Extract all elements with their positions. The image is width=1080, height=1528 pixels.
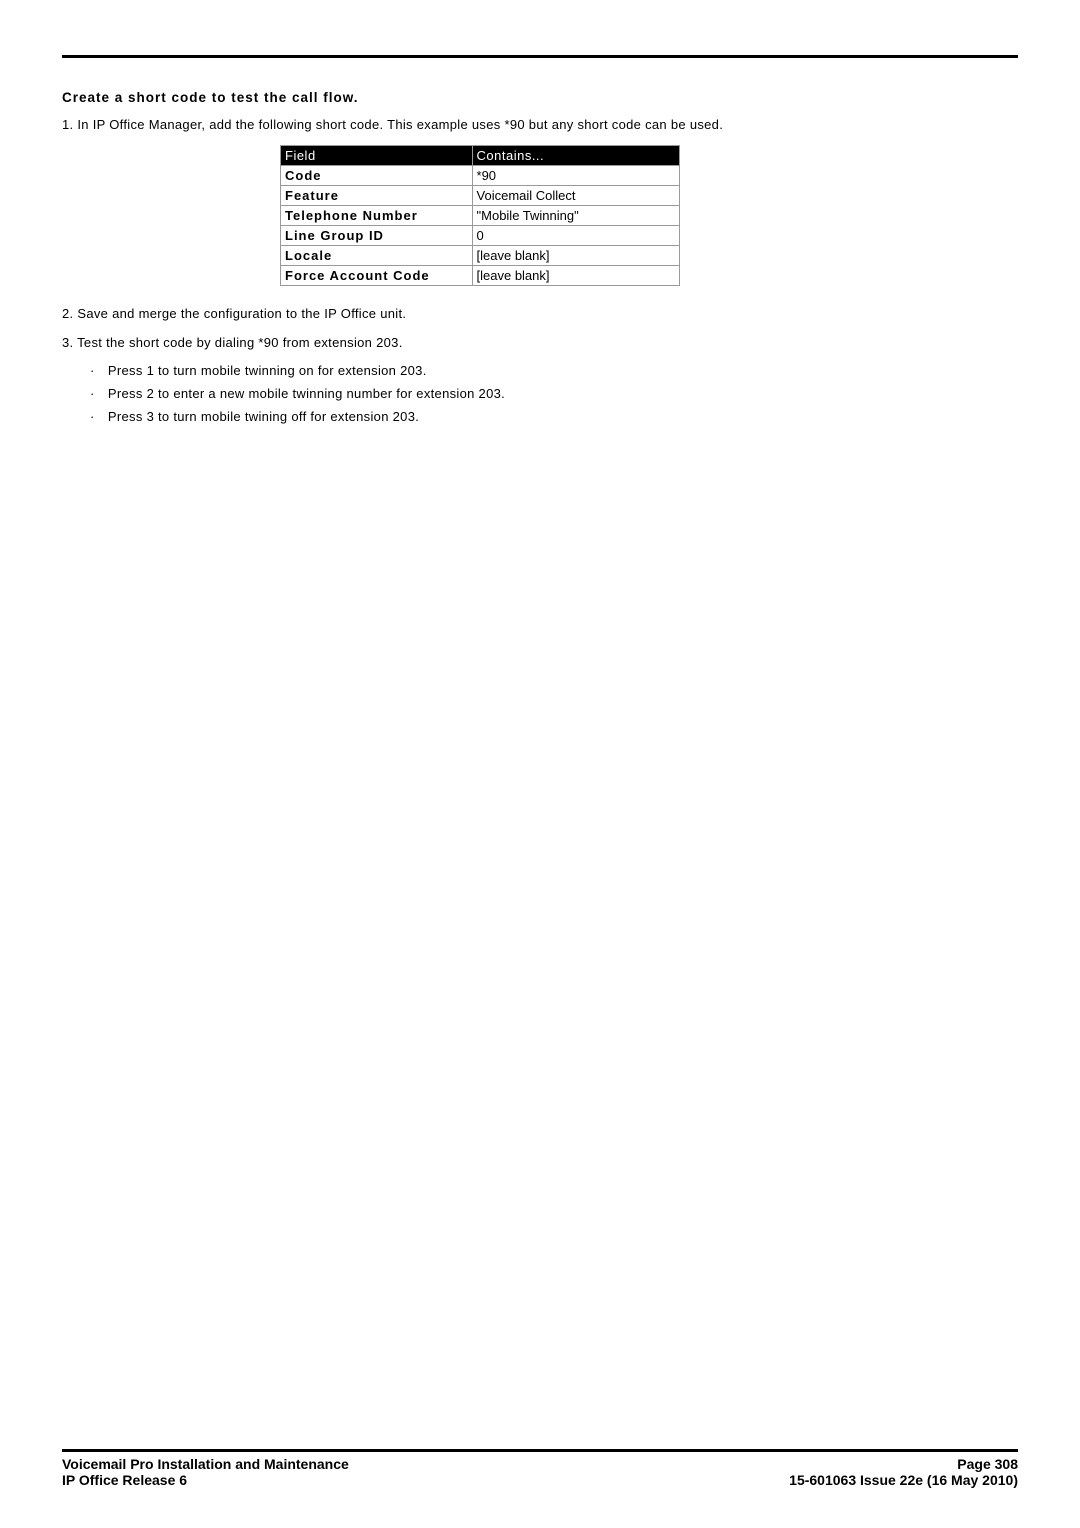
bullet-icon: · xyxy=(90,386,104,401)
shortcode-table-wrap: Field Contains... Code *90 Feature Voice… xyxy=(280,145,1018,286)
header-contains: Contains... xyxy=(472,145,679,165)
table-row: Telephone Number "Mobile Twinning" xyxy=(281,205,680,225)
step-2: 2. Save and merge the configuration to t… xyxy=(62,304,1018,324)
bullet-icon: · xyxy=(90,363,104,378)
cell-field: Feature xyxy=(281,185,473,205)
table-row: Feature Voicemail Collect xyxy=(281,185,680,205)
top-rule xyxy=(62,55,1018,58)
footer-rule xyxy=(62,1449,1018,1452)
footer-right-1: Page 308 xyxy=(957,1456,1018,1472)
bullet-text: Press 2 to enter a new mobile twinning n… xyxy=(108,386,505,401)
cell-value: 0 xyxy=(472,225,679,245)
bullet-icon: · xyxy=(90,409,104,424)
footer-left-2: IP Office Release 6 xyxy=(62,1472,187,1488)
page-footer: Voicemail Pro Installation and Maintenan… xyxy=(62,1449,1018,1488)
footer-right-2: 15-601063 Issue 22e (16 May 2010) xyxy=(789,1472,1018,1488)
cell-field: Telephone Number xyxy=(281,205,473,225)
step-1: 1. In IP Office Manager, add the followi… xyxy=(62,115,1018,135)
bullet-text: Press 1 to turn mobile twinning on for e… xyxy=(108,363,427,378)
footer-left-1: Voicemail Pro Installation and Maintenan… xyxy=(62,1456,349,1472)
table-row: Force Account Code [leave blank] xyxy=(281,265,680,285)
cell-field: Force Account Code xyxy=(281,265,473,285)
shortcode-table: Field Contains... Code *90 Feature Voice… xyxy=(280,145,680,286)
header-field: Field xyxy=(281,145,473,165)
bullet-text: Press 3 to turn mobile twining off for e… xyxy=(108,409,419,424)
cell-value: "Mobile Twinning" xyxy=(472,205,679,225)
footer-row-1: Voicemail Pro Installation and Maintenan… xyxy=(62,1456,1018,1472)
cell-field: Code xyxy=(281,165,473,185)
table-header-row: Field Contains... xyxy=(281,145,680,165)
section-heading: Create a short code to test the call flo… xyxy=(62,90,1018,105)
table-row: Code *90 xyxy=(281,165,680,185)
list-item: · Press 3 to turn mobile twining off for… xyxy=(90,409,1018,424)
step-3: 3. Test the short code by dialing *90 fr… xyxy=(62,333,1018,353)
bullet-list: · Press 1 to turn mobile twinning on for… xyxy=(90,363,1018,424)
cell-value: [leave blank] xyxy=(472,265,679,285)
cell-field: Line Group ID xyxy=(281,225,473,245)
table-row: Line Group ID 0 xyxy=(281,225,680,245)
list-item: · Press 2 to enter a new mobile twinning… xyxy=(90,386,1018,401)
list-item: · Press 1 to turn mobile twinning on for… xyxy=(90,363,1018,378)
cell-value: Voicemail Collect xyxy=(472,185,679,205)
cell-value: *90 xyxy=(472,165,679,185)
footer-row-2: IP Office Release 6 15-601063 Issue 22e … xyxy=(62,1472,1018,1488)
cell-value: [leave blank] xyxy=(472,245,679,265)
cell-field: Locale xyxy=(281,245,473,265)
table-row: Locale [leave blank] xyxy=(281,245,680,265)
document-page: Create a short code to test the call flo… xyxy=(0,0,1080,1528)
